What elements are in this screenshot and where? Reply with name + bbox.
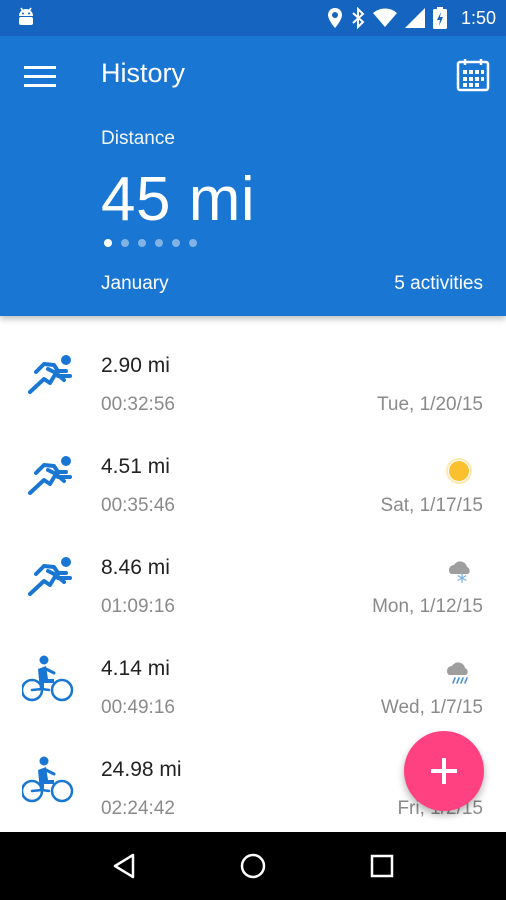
back-icon: [114, 853, 135, 879]
home-icon: [240, 853, 266, 879]
recents-icon: [370, 854, 393, 878]
page-indicator: [104, 239, 197, 247]
run-icon: [22, 548, 76, 602]
month-label: January: [101, 273, 169, 294]
bluetooth-icon: [352, 7, 365, 29]
menu-icon[interactable]: [24, 66, 56, 88]
status-bar: 1:50: [0, 0, 506, 36]
page-dot[interactable]: [138, 239, 146, 247]
navigation-bar: [0, 832, 506, 900]
activities-count: 5 activities: [394, 273, 483, 294]
plus-icon: [431, 758, 457, 784]
android-icon: [19, 7, 33, 25]
activity-row[interactable]: 2.90 mi 00:32:56 Tue, 1/20/15: [0, 338, 506, 439]
page-dot[interactable]: [104, 239, 112, 247]
page-dot[interactable]: [172, 239, 180, 247]
activity-distance: 8.46 mi: [101, 556, 170, 579]
activity-date: Mon, 1/12/15: [372, 596, 483, 617]
bike-icon: [20, 750, 76, 804]
add-activity-button[interactable]: [404, 731, 484, 811]
snow-weather-icon: [445, 558, 473, 586]
activity-duration: 02:24:42: [101, 798, 175, 819]
activity-date: Wed, 1/7/15: [380, 697, 483, 718]
battery-charging-icon: [432, 7, 447, 29]
metric-value: 45 mi: [101, 165, 256, 234]
activity-row[interactable]: 4.51 mi 00:35:46 Sat, 1/17/15: [0, 439, 506, 540]
page-dot[interactable]: [189, 239, 197, 247]
page-dot[interactable]: [121, 239, 129, 247]
metric-label: Distance: [101, 128, 175, 149]
activity-duration: 00:32:56: [101, 394, 175, 415]
page-dot[interactable]: [155, 239, 163, 247]
activity-date: Sat, 1/17/15: [380, 495, 483, 516]
wifi-icon: [372, 8, 397, 27]
app-bar: History Distance 45 mi January 5 activit…: [0, 36, 506, 316]
activity-duration: 00:35:46: [101, 495, 175, 516]
activity-duration: 01:09:16: [101, 596, 175, 617]
calendar-icon[interactable]: [456, 58, 490, 92]
back-button[interactable]: [104, 846, 144, 886]
recents-button[interactable]: [362, 846, 402, 886]
activity-distance: 4.14 mi: [101, 657, 170, 680]
activity-duration: 00:49:16: [101, 697, 175, 718]
run-icon: [22, 447, 76, 501]
bike-icon: [20, 649, 76, 703]
signal-icon: [404, 8, 425, 28]
run-icon: [22, 346, 76, 400]
activity-distance: 2.90 mi: [101, 354, 170, 377]
activity-distance: 4.51 mi: [101, 455, 170, 478]
rain-weather-icon: [445, 659, 473, 687]
activity-row[interactable]: 8.46 mi 01:09:16 Mon, 1/12/15: [0, 540, 506, 641]
page-title: History: [101, 58, 186, 88]
home-button[interactable]: [233, 846, 273, 886]
activity-distance: 24.98 mi: [101, 758, 182, 781]
location-icon: [327, 8, 342, 28]
status-time: 1:50: [460, 7, 496, 28]
activity-date: Tue, 1/20/15: [377, 394, 483, 415]
sunny-weather-icon: [445, 457, 473, 485]
activity-row[interactable]: 4.14 mi 00:49:16 Wed, 1/7/15: [0, 641, 506, 742]
